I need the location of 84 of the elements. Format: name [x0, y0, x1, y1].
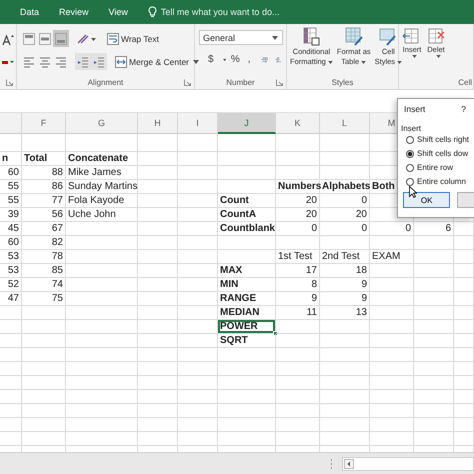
table-cell: 52 — [0, 278, 22, 292]
table-cell: Fola Kayode — [66, 194, 138, 208]
table-cell: 56 — [22, 208, 66, 222]
group-label: Number — [226, 78, 255, 86]
column-header[interactable]: F — [22, 113, 66, 134]
number-format-dropdown[interactable]: General — [199, 30, 283, 45]
number-style-button[interactable]: $ — [205, 54, 217, 65]
table-cell: 60 — [0, 236, 22, 250]
table-cell: 82 — [22, 236, 66, 250]
table-cell: 13 — [320, 306, 370, 320]
table-cell: 0 — [320, 222, 370, 236]
table-cell: RANGE — [218, 292, 276, 306]
table-cell: Concatenate — [66, 152, 138, 166]
ok-button[interactable]: OK — [403, 192, 450, 208]
column-header[interactable]: K — [276, 113, 320, 134]
table-cell: 86 — [22, 180, 66, 194]
column-header[interactable]: J — [218, 113, 276, 134]
table-cell: MIN — [218, 278, 276, 292]
table-cell: 8 — [276, 278, 320, 292]
group-label: Styles — [332, 78, 354, 86]
table-cell: 39 — [0, 208, 22, 222]
column-header[interactable]: H — [138, 113, 178, 134]
table-cell: 18 — [320, 264, 370, 278]
table-cell: Sunday Martins — [66, 180, 138, 194]
table-cell: 53 — [0, 250, 22, 264]
table-cell: 0 — [276, 222, 320, 236]
table-cell: 55 — [0, 180, 22, 194]
table-cell: 67 — [22, 222, 66, 236]
number-style-button[interactable]: , — [244, 54, 254, 65]
table-cell: 53 — [0, 264, 22, 278]
help-button[interactable]: ? — [459, 104, 468, 114]
table-cell: 9 — [276, 292, 320, 306]
table-cell: 0 — [320, 194, 370, 208]
table-cell: n — [0, 152, 22, 166]
table-cell: 9 — [320, 278, 370, 292]
table-cell: MEDIAN — [218, 306, 276, 320]
table-cell: EXAM — [370, 250, 414, 264]
table-cell: Countblank — [218, 222, 276, 236]
table-cell: CountA — [218, 208, 276, 222]
table-cell: Mike James — [66, 166, 138, 180]
group-label: Alignment — [88, 78, 124, 86]
table-cell: 75 — [22, 292, 66, 306]
table-cell: 2nd Test — [320, 250, 370, 264]
merge-center-button[interactable]: Merge & Center — [115, 53, 199, 70]
table-cell: 20 — [276, 194, 320, 208]
group-label: Cell — [458, 78, 472, 86]
table-cell: Numbers — [276, 180, 320, 194]
wrap-text-button[interactable]: Wrap Text — [107, 30, 159, 47]
table-cell: 6 — [414, 222, 454, 236]
radio-option[interactable]: Entire row — [406, 163, 474, 172]
radio-option[interactable]: Shift cells dow — [406, 149, 474, 158]
table-cell: POWER — [218, 320, 276, 334]
table-cell: 0 — [370, 222, 414, 236]
table-cell: 11 — [276, 306, 320, 320]
table-cell: Total — [22, 152, 66, 166]
table-cell: 60 — [0, 166, 22, 180]
table-cell: 78 — [22, 250, 66, 264]
column-header[interactable]: G — [66, 113, 138, 134]
table-cell: 45 — [0, 222, 22, 236]
ribbon-tab[interactable]: View — [108, 5, 128, 19]
tell-me-search[interactable]: Tell me what you want to do... — [160, 7, 280, 17]
table-cell: 88 — [22, 166, 66, 180]
table-cell: 9 — [320, 292, 370, 306]
table-cell: 55 — [0, 194, 22, 208]
table-cell: MAX — [218, 264, 276, 278]
table-cell: 20 — [276, 208, 320, 222]
column-header[interactable]: I — [178, 113, 218, 134]
table-cell: 85 — [22, 264, 66, 278]
table-cell: 47 — [0, 292, 22, 306]
number-style-button[interactable]: % — [228, 54, 243, 65]
ribbon-tab[interactable]: Data — [20, 5, 40, 19]
table-cell: 17 — [276, 264, 320, 278]
table-cell: 20 — [320, 208, 370, 222]
table-cell: Count — [218, 194, 276, 208]
table-cell: Alphabets — [320, 180, 370, 194]
column-header[interactable]: L — [320, 113, 370, 134]
dialog-title: Insert — [404, 104, 426, 114]
table-cell: 74 — [22, 278, 66, 292]
table-cell: 1st Test — [276, 250, 320, 264]
table-cell: Uche John — [66, 208, 138, 222]
radio-option[interactable]: Shift cells right — [406, 135, 474, 144]
table-cell: 77 — [22, 194, 66, 208]
ribbon-tab[interactable]: Review — [59, 5, 89, 19]
table-cell: SQRT — [218, 334, 276, 348]
